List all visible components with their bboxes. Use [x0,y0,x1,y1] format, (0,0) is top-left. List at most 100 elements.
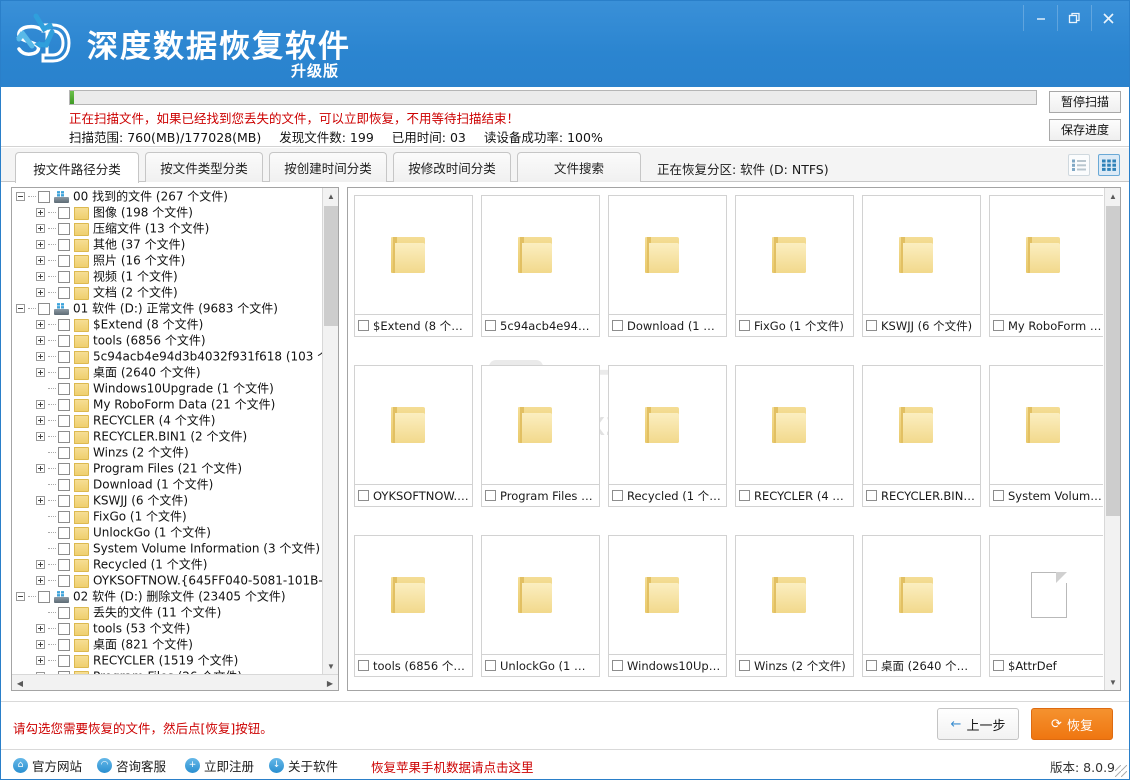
tree-scroll-thumb[interactable] [324,206,338,326]
tree-item[interactable]: KSWJJ (6 个文件) [12,492,323,508]
file-grid-item[interactable]: Recycled (1 个文… [608,365,727,507]
footer-link-about[interactable]: ↓ 关于软件 [269,757,338,774]
expand-icon[interactable] [36,320,45,329]
tree-item-checkbox[interactable] [58,574,70,587]
tree-item[interactable]: 01 软件 (D:) 正常文件 (9683 个文件) [12,300,323,316]
tree-scroll-up-icon[interactable]: ▲ [323,188,338,204]
expand-icon[interactable] [36,288,45,297]
previous-step-button[interactable]: ← 上一步 [937,708,1019,740]
tree-item-checkbox[interactable] [58,270,70,283]
collapse-icon[interactable] [16,304,25,313]
file-grid-item[interactable]: Download (1 个… [608,195,727,337]
tree-vertical-scrollbar[interactable]: ▲ ▼ [322,188,338,674]
tree-item-checkbox[interactable] [58,542,70,555]
file-item-checkbox[interactable] [739,490,750,501]
tree-item-checkbox[interactable] [58,398,70,411]
file-item-checkbox[interactable] [993,320,1004,331]
tree-item[interactable]: 桌面 (2640 个文件) [12,364,323,380]
tree-item[interactable]: 视频 (1 个文件) [12,268,323,284]
grid-scroll-up-icon[interactable]: ▲ [1105,188,1120,204]
expand-icon[interactable] [36,432,45,441]
file-item-checkbox[interactable] [612,320,623,331]
tree-item[interactable]: 桌面 (821 个文件) [12,636,323,652]
tree-item[interactable]: FixGo (1 个文件) [12,508,323,524]
minimize-button[interactable] [1023,5,1057,31]
grid-scroll-down-icon[interactable]: ▼ [1105,674,1120,690]
tree-item[interactable]: System Volume Information (3 个文件) [12,540,323,556]
file-item-checkbox[interactable] [612,490,623,501]
tree-item[interactable]: OYKSOFTNOW.{645FF040-5081-101B-9F08-00A [12,572,323,588]
tab-by-modify-time[interactable]: 按修改时间分类 [393,152,511,182]
tree-item[interactable]: Recycled (1 个文件) [12,556,323,572]
grid-scroll-thumb[interactable] [1106,206,1120,516]
file-grid-item[interactable]: RECYCLER (4 个… [735,365,854,507]
tree-item-checkbox[interactable] [58,462,70,475]
tab-file-search[interactable]: 文件搜索 [517,152,641,182]
file-item-checkbox[interactable] [485,660,496,671]
expand-icon[interactable] [36,496,45,505]
resize-grip[interactable] [1115,765,1127,777]
tree-item[interactable]: 图像 (198 个文件) [12,204,323,220]
file-item-checkbox[interactable] [358,320,369,331]
tree-item[interactable]: Winzs (2 个文件) [12,444,323,460]
file-grid-item[interactable]: Winzs (2 个文件) [735,535,854,677]
tree-item-checkbox[interactable] [58,526,70,539]
tab-by-file-type[interactable]: 按文件类型分类 [145,152,263,182]
tree-item[interactable]: 00 找到的文件 (267 个文件) [12,188,323,204]
tree-scroll-right-icon[interactable]: ▶ [322,675,338,690]
file-grid-item[interactable]: $Extend (8 个文… [354,195,473,337]
file-item-checkbox[interactable] [866,490,877,501]
tree-item-checkbox[interactable] [58,238,70,251]
file-grid-item[interactable]: My RoboForm Dat… [989,195,1103,337]
file-item-checkbox[interactable] [739,660,750,671]
file-grid-item[interactable]: UnlockGo (1 个… [481,535,600,677]
expand-icon[interactable] [36,256,45,265]
tree-item[interactable]: 5c94acb4e94d3b4032f931f618 (103 个文件) [12,348,323,364]
tree-item-checkbox[interactable] [58,638,70,651]
list-view-icon[interactable] [1068,154,1090,176]
file-item-checkbox[interactable] [866,320,877,331]
file-grid-item[interactable]: System Volume In… [989,365,1103,507]
tree-item[interactable]: $Extend (8 个文件) [12,316,323,332]
tree-scroll-down-icon[interactable]: ▼ [323,658,338,674]
tree-item-checkbox[interactable] [58,558,70,571]
tree-item-checkbox[interactable] [58,414,70,427]
file-item-checkbox[interactable] [358,660,369,671]
footer-link-official-site[interactable]: ⌂ 官方网站 [13,757,82,774]
footer-link-support[interactable]: ◠ 咨询客服 [97,757,166,774]
file-item-checkbox[interactable] [485,320,496,331]
file-item-checkbox[interactable] [993,660,1004,671]
file-grid-item[interactable]: FixGo (1 个文件) [735,195,854,337]
tree-item[interactable]: 照片 (16 个文件) [12,252,323,268]
tree-item[interactable]: Program Files (21 个文件) [12,460,323,476]
tree-item-checkbox[interactable] [58,222,70,235]
tree-item-checkbox[interactable] [58,286,70,299]
expand-icon[interactable] [36,224,45,233]
tree-item-checkbox[interactable] [58,478,70,491]
tree-item-checkbox[interactable] [38,302,50,315]
file-item-checkbox[interactable] [739,320,750,331]
expand-icon[interactable] [36,464,45,473]
expand-icon[interactable] [36,656,45,665]
expand-icon[interactable] [36,400,45,409]
tree-item-checkbox[interactable] [58,430,70,443]
expand-icon[interactable] [36,272,45,281]
promo-link-iphone-recovery[interactable]: 恢复苹果手机数据请点击这里 [371,757,534,776]
file-grid-item[interactable]: OYKSOFTNOW.{6… [354,365,473,507]
tree-item[interactable]: tools (53 个文件) [12,620,323,636]
file-grid-item[interactable]: RECYCLER.BIN1 … [862,365,981,507]
tree-horizontal-scrollbar[interactable]: ◀ ▶ [12,674,338,690]
file-grid-panel[interactable]: 安下载 anxz.com $Extend (8 个文…5c94acb4e94d3… [347,187,1121,691]
expand-icon[interactable] [36,640,45,649]
file-item-checkbox[interactable] [358,490,369,501]
tree-item[interactable]: My RoboForm Data (21 个文件) [12,396,323,412]
tree-item[interactable]: 丢失的文件 (11 个文件) [12,604,323,620]
tree-item[interactable]: Download (1 个文件) [12,476,323,492]
tree-item-checkbox[interactable] [58,350,70,363]
grid-view-icon[interactable] [1098,154,1120,176]
file-tree-panel[interactable]: 00 找到的文件 (267 个文件) 图像 (198 个文件) 压缩文件 (13 个… [11,187,339,691]
tree-item-checkbox[interactable] [58,654,70,667]
tree-item[interactable]: RECYCLER (1519 个文件) [12,652,323,668]
collapse-icon[interactable] [16,192,25,201]
maximize-button[interactable] [1057,5,1091,31]
